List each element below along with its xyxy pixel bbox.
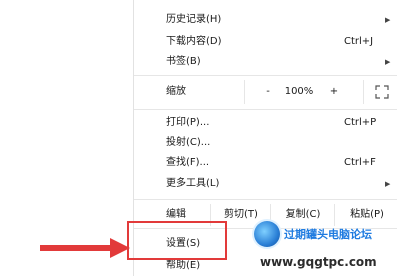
menu-item-shortcut: Ctrl+J xyxy=(344,36,374,47)
menu-item-bookmarks[interactable]: 书签(B) ▶ xyxy=(134,52,397,72)
menu-divider xyxy=(134,199,397,200)
fullscreen-icon xyxy=(375,85,389,99)
annotation-arrow-icon xyxy=(40,238,130,258)
watermark-url: www.gqgtpc.com xyxy=(260,255,377,269)
zoom-label: 缩放 xyxy=(166,86,186,97)
menu-zoom-row: 缩放 - 100% + xyxy=(134,80,397,104)
menu-item-cast[interactable]: 投射(C)... xyxy=(134,133,397,153)
menu-divider xyxy=(134,109,397,110)
menu-item-label: 下载内容(D) xyxy=(166,36,222,47)
menu-item-label: 书签(B) xyxy=(166,56,201,67)
zoom-level: 100% xyxy=(284,86,314,97)
zoom-controls: - 100% + xyxy=(244,80,397,104)
site-watermark: 过期罐头电脑论坛 www.gqgtpc.com xyxy=(246,217,397,276)
menu-item-label: 历史记录(H) xyxy=(166,14,222,25)
menu-item-find[interactable]: 查找(F)... Ctrl+F xyxy=(134,153,397,173)
submenu-arrow-icon: ▶ xyxy=(385,58,391,66)
menu-item-label: 投射(C)... xyxy=(166,137,211,148)
menu-item-label: 查找(F)... xyxy=(166,157,210,168)
menu-item-label: 打印(P)... xyxy=(166,117,210,128)
watermark-title: 过期罐头电脑论坛 xyxy=(284,228,372,241)
menu-item-shortcut: Ctrl+F xyxy=(344,157,376,168)
annotation-highlight-box xyxy=(127,221,227,260)
screenshot: 历史记录(H) ▶ 下载内容(D) Ctrl+J 书签(B) ▶ 缩放 - 10… xyxy=(0,0,397,276)
menu-item-history[interactable]: 历史记录(H) ▶ xyxy=(134,10,397,30)
forum-logo-icon xyxy=(254,221,280,247)
submenu-arrow-icon: ▶ xyxy=(385,180,391,188)
zoom-in-button[interactable]: + xyxy=(327,82,341,102)
menu-item-shortcut: Ctrl+P xyxy=(344,117,377,128)
zoom-out-button[interactable]: - xyxy=(261,82,275,102)
fullscreen-button[interactable] xyxy=(363,80,397,104)
menu-item-print[interactable]: 打印(P)... Ctrl+P xyxy=(134,113,397,133)
menu-divider xyxy=(134,75,397,76)
menu-item-more-tools[interactable]: 更多工具(L) ▶ xyxy=(134,174,397,194)
menu-item-downloads[interactable]: 下载内容(D) Ctrl+J xyxy=(134,32,397,52)
submenu-arrow-icon: ▶ xyxy=(385,16,391,24)
menu-item-label: 更多工具(L) xyxy=(166,178,220,189)
